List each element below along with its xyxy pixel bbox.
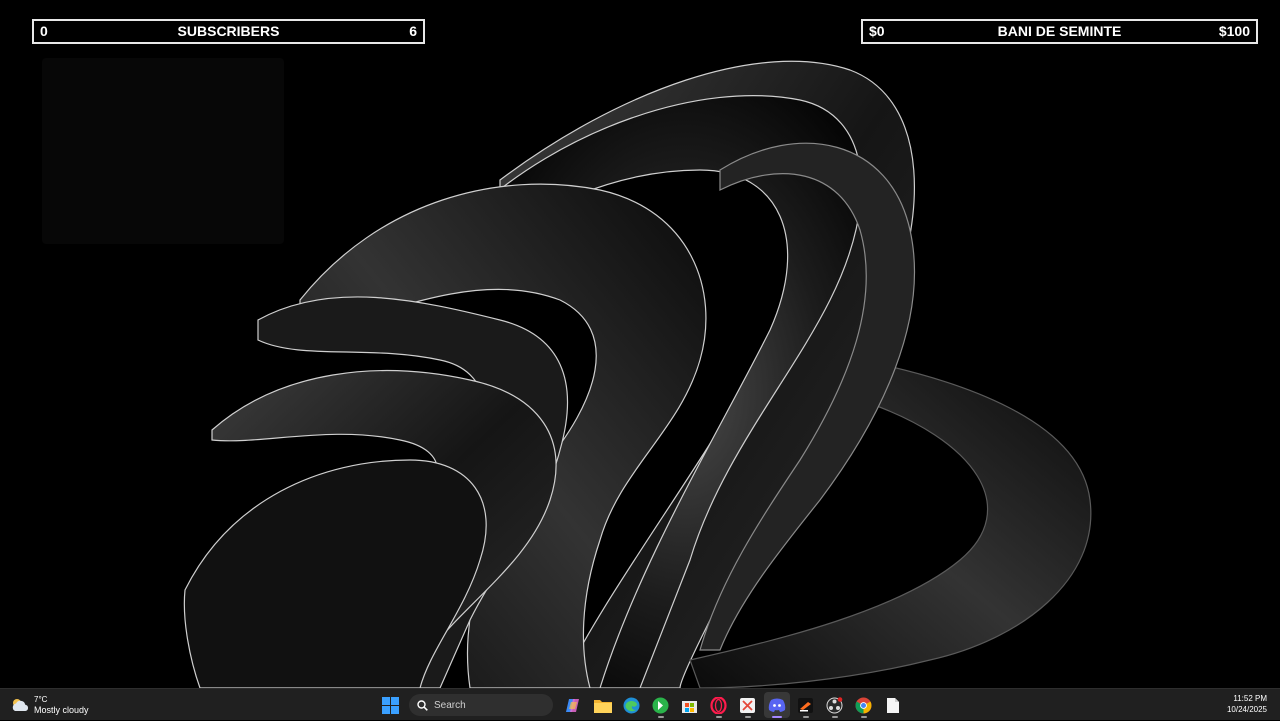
money-title: BANI DE SEMINTE — [997, 23, 1122, 39]
taskbar-search[interactable]: Search — [409, 694, 553, 716]
money-progress-bar: $0 BANI DE SEMINTE $100 — [861, 19, 1258, 44]
edge-icon — [623, 697, 640, 713]
weather-widget[interactable]: 7°C Mostly cloudy — [10, 693, 89, 717]
taskbar: 7°C Mostly cloudy Search 11:52 PM 10/24/… — [0, 688, 1280, 720]
money-max-label: $100 — [1218, 23, 1250, 39]
running-indicator — [860, 716, 867, 718]
document-icon — [886, 697, 899, 713]
clock-date: 10/24/2025 — [1226, 705, 1267, 714]
dev-app-icon — [798, 697, 813, 713]
obs-icon — [826, 696, 843, 713]
running-indicator — [715, 716, 722, 718]
notepad-button[interactable] — [880, 692, 906, 718]
running-indicator — [744, 716, 751, 718]
clock-time: 11:52 PM — [1233, 694, 1267, 703]
system-clock[interactable]: 11:52 PM 10/24/2025 — [1227, 693, 1267, 715]
obs-button[interactable] — [822, 692, 848, 718]
folder-icon — [593, 699, 612, 713]
taskbar-apps: Search — [376, 689, 907, 721]
running-indicator — [831, 716, 838, 718]
edge-button[interactable] — [619, 692, 645, 718]
chrome-icon — [855, 697, 872, 713]
opera-icon — [710, 696, 727, 714]
cloud-sun-icon — [12, 699, 29, 711]
windows-logo-icon — [382, 696, 399, 714]
running-indicator — [771, 716, 782, 718]
green-app-icon — [652, 697, 669, 713]
running-indicator — [657, 716, 664, 718]
snip-icon — [740, 697, 755, 713]
subscribers-title: SUBSCRIBERS — [177, 23, 280, 39]
store-icon — [682, 700, 697, 713]
copilot-button[interactable] — [561, 692, 587, 718]
start-button[interactable] — [378, 692, 404, 718]
running-indicator — [802, 716, 809, 718]
weather-condition: Mostly cloudy — [34, 704, 89, 715]
copilot-icon — [566, 698, 579, 712]
weather-temp: 7°C — [34, 694, 48, 704]
search-placeholder: Search — [434, 699, 466, 711]
subscribers-max-label: 6 — [409, 23, 417, 39]
chrome-button[interactable] — [851, 692, 877, 718]
discord-icon — [768, 698, 785, 712]
store-button[interactable] — [677, 692, 703, 718]
file-explorer-button[interactable] — [590, 692, 616, 718]
discord-button[interactable] — [763, 692, 790, 718]
green-app-button[interactable] — [648, 692, 674, 718]
subscribers-progress-bar: 0 SUBSCRIBERS 6 — [32, 19, 425, 44]
snipping-tool-button[interactable] — [735, 692, 761, 718]
opera-button[interactable] — [706, 692, 732, 718]
faint-window — [42, 58, 284, 244]
search-icon — [417, 699, 428, 711]
dev-app-button[interactable] — [793, 692, 819, 718]
